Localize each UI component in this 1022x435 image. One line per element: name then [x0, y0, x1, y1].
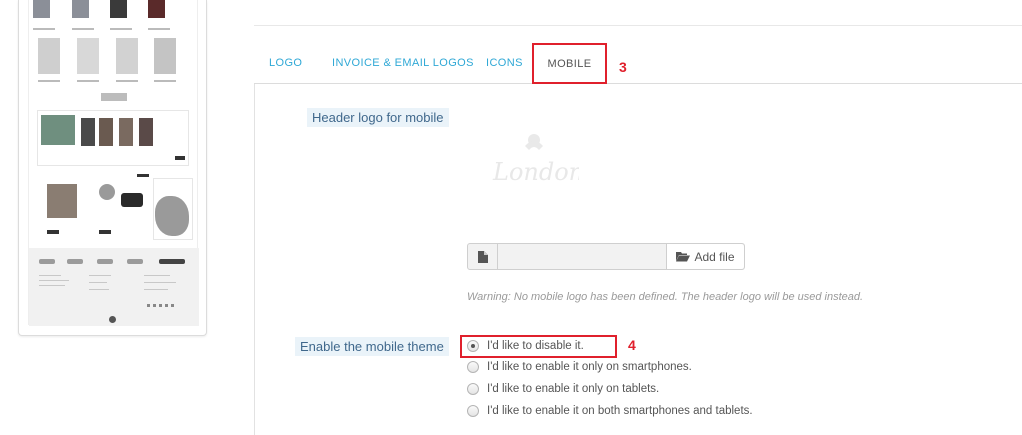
tab-invoice-email-logos[interactable]: INVOICE & EMAIL LOGOS [332, 43, 474, 84]
preview-brand-logo [97, 259, 113, 264]
radio-label: I'd like to enable it on both smartphone… [487, 405, 753, 417]
file-upload-group: Add file [467, 243, 745, 270]
theme-preview-thumbnail [18, 0, 207, 336]
radio-enable-smartphones[interactable]: I'd like to enable it only on smartphone… [467, 361, 692, 373]
preview-caption [116, 80, 138, 82]
preview-brand-logo [67, 259, 83, 264]
preview-footer-line [39, 280, 69, 281]
preview-social-icons [147, 304, 177, 307]
preview-product [38, 38, 60, 74]
radio-enable-both[interactable]: I'd like to enable it on both smartphone… [467, 405, 753, 417]
preview-footer-line [144, 282, 176, 283]
preview-footer-line [144, 289, 168, 290]
preview-photo [99, 118, 113, 146]
preview-brand-logo [39, 259, 55, 264]
radio-button[interactable] [467, 361, 479, 373]
preview-product [77, 38, 99, 74]
preview-photo [121, 193, 143, 207]
radio-label: I'd like to enable it only on smartphone… [487, 361, 692, 373]
preview-button [99, 230, 111, 234]
preview-caption [154, 80, 176, 82]
annotation-number: 4 [628, 337, 636, 353]
header-logo-mobile-label: Header logo for mobile [307, 108, 449, 127]
preview-product [110, 0, 127, 18]
preview-caption [38, 80, 60, 82]
placeholder-logo-text: London [492, 158, 579, 186]
radio-button[interactable] [467, 405, 479, 417]
preview-product [154, 38, 176, 74]
preview-caption [148, 28, 170, 30]
preview-button [47, 230, 59, 234]
annotation-box-tab [532, 43, 607, 84]
preview-caption [33, 28, 55, 30]
tab-logo[interactable]: LOGO [269, 43, 302, 84]
theme-preview-page [28, 0, 199, 326]
preview-footer-line [89, 289, 109, 290]
annotation-number: 3 [619, 59, 627, 75]
preview-photo [155, 196, 189, 236]
add-file-button[interactable]: Add file [666, 244, 744, 269]
preview-caption [72, 28, 94, 30]
placeholder-logo-image: London [492, 134, 579, 186]
tab-icons[interactable]: ICONS [486, 43, 523, 84]
file-name-input[interactable] [498, 244, 666, 269]
preview-footer-line [89, 275, 111, 276]
file-icon [468, 244, 498, 269]
preview-photo [119, 118, 133, 146]
preview-scroll-dot [109, 316, 116, 323]
mobile-logo-warning: Warning: No mobile logo has been defined… [467, 291, 864, 303]
radio-enable-tablets[interactable]: I'd like to enable it only on tablets. [467, 383, 659, 395]
preview-more-button [101, 93, 127, 101]
preview-brand-logo [159, 259, 185, 264]
preview-button [137, 174, 149, 177]
preview-photo [139, 118, 153, 146]
radio-label: I'd like to enable it only on tablets. [487, 383, 660, 395]
radio-button[interactable] [467, 383, 479, 395]
preview-footer-line [39, 285, 65, 286]
preview-button [175, 156, 185, 160]
divider [254, 25, 1022, 26]
tab-bar: LOGO INVOICE & EMAIL LOGOS ICONS MOBILE [254, 43, 1022, 85]
preview-photo [47, 184, 77, 218]
preview-caption [77, 80, 99, 82]
add-file-label: Add file [694, 249, 735, 264]
enable-mobile-theme-label: Enable the mobile theme [295, 337, 449, 356]
preview-product [148, 0, 165, 18]
preview-caption [110, 28, 132, 30]
preview-footer-line [144, 275, 170, 276]
folder-open-icon [676, 252, 691, 262]
preview-footer-line [89, 282, 107, 283]
annotation-box-radio [460, 335, 617, 358]
preview-photo [41, 115, 75, 145]
preview-product [33, 0, 50, 18]
preview-photo [99, 184, 115, 200]
preview-product [72, 0, 89, 18]
preview-brand-logo [127, 259, 143, 264]
preview-footer-line [39, 275, 61, 276]
preview-product [116, 38, 138, 74]
preview-photo [81, 118, 95, 146]
